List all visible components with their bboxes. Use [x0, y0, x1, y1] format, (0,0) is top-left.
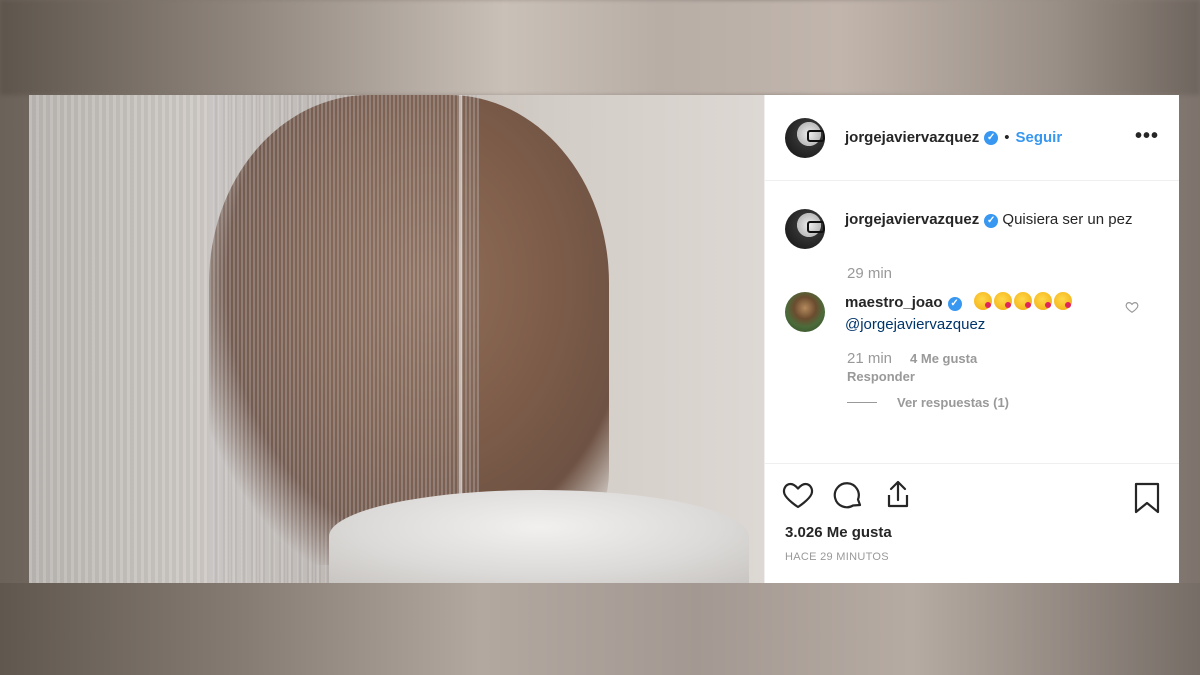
- comment-body: maestro_joao ✓ @jorgejaviervazquez: [845, 292, 1074, 336]
- comment-meta: 21 min 4 Me gusta: [847, 350, 1159, 367]
- reply-button[interactable]: Responder: [847, 369, 1159, 384]
- caption-time: 29 min: [847, 265, 893, 282]
- instagram-post: jorgejaviervazquez ✓ • Seguir ••• jorgej…: [29, 95, 1179, 583]
- kiss-emoji-icon: [993, 292, 1012, 310]
- header-separator: •: [1004, 129, 1010, 146]
- post-header: jorgejaviervazquez ✓ • Seguir •••: [765, 95, 1179, 181]
- background-blur-bottom: [0, 583, 1200, 675]
- follow-button[interactable]: Seguir: [1016, 129, 1063, 146]
- verified-icon: ✓: [984, 214, 999, 228]
- post-actions: 3.026 Me gusta HACE 29 MINUTOS: [765, 463, 1179, 583]
- post-timestamp: HACE 29 MINUTOS: [785, 551, 889, 563]
- author-avatar[interactable]: [785, 117, 825, 158]
- background-blur-top: [0, 0, 1200, 95]
- kiss-emojis: [973, 292, 1074, 311]
- post-sidebar: jorgejaviervazquez ✓ • Seguir ••• jorgej…: [764, 95, 1179, 583]
- likes-count[interactable]: 3.026 Me gusta: [785, 524, 1163, 541]
- author-username[interactable]: jorgejaviervazquez: [845, 129, 979, 146]
- caption-text: Quisiera ser un pez: [1002, 211, 1133, 228]
- heart-icon[interactable]: [781, 478, 815, 512]
- comment-item: maestro_joao ✓ @jorgejaviervazquez: [785, 292, 1159, 336]
- kiss-emoji-icon: [1013, 292, 1032, 310]
- comment-likes[interactable]: 4 Me gusta: [910, 351, 977, 366]
- verified-icon: ✓: [984, 130, 999, 145]
- caption: jorgejaviervazquez ✓ Quisiera ser un pez: [785, 209, 1159, 249]
- view-replies-button[interactable]: Ver respuestas (1): [847, 395, 1159, 410]
- comment-time: 21 min: [847, 350, 893, 367]
- comment-like-heart-icon[interactable]: [1125, 300, 1139, 314]
- kiss-emoji-icon: [973, 292, 992, 310]
- view-replies-label: Ver respuestas (1): [897, 395, 1010, 410]
- share-icon[interactable]: [881, 478, 915, 512]
- bookmark-icon[interactable]: [1133, 482, 1161, 514]
- more-options-icon[interactable]: •••: [1135, 125, 1159, 148]
- action-icons: [781, 478, 1163, 512]
- view-replies-line: [847, 402, 877, 403]
- kiss-emoji-icon: [1033, 292, 1052, 310]
- caption-body: jorgejaviervazquez ✓ Quisiera ser un pez: [845, 209, 1132, 249]
- comments-section: jorgejaviervazquez ✓ Quisiera ser un pez …: [765, 181, 1179, 463]
- comment-icon[interactable]: [831, 478, 865, 512]
- caption-avatar[interactable]: [785, 209, 825, 249]
- kiss-emoji-icon: [1053, 292, 1072, 310]
- commenter-username[interactable]: maestro_joao: [845, 294, 943, 311]
- post-photo[interactable]: [29, 95, 764, 583]
- photo-sheet: [329, 490, 749, 583]
- verified-icon: ✓: [947, 297, 962, 311]
- comment-mention[interactable]: @jorgejaviervazquez: [845, 316, 985, 333]
- commenter-avatar[interactable]: [785, 292, 825, 332]
- caption-username[interactable]: jorgejaviervazquez: [845, 211, 979, 228]
